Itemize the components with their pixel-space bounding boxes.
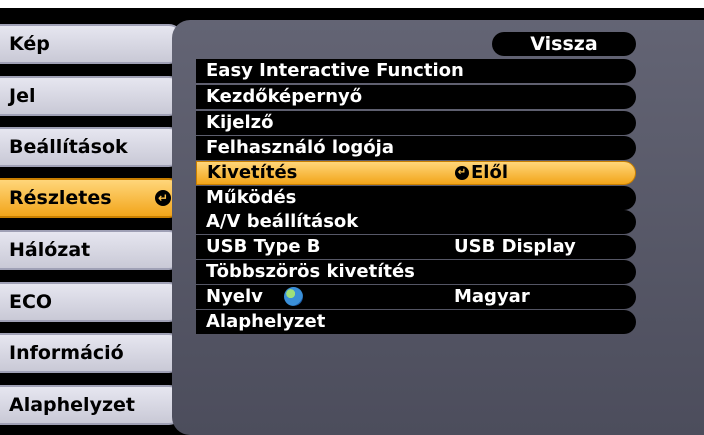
menu-item-tobbszoros-kivetites[interactable]: Többszörös kivetítés bbox=[196, 260, 636, 284]
menu-item-kezdokepernyo[interactable]: Kezdőképernyő bbox=[196, 85, 636, 109]
tab-label: Jel bbox=[9, 85, 36, 107]
projector-menu: Kép Jel Beállítások Részletes ↵ Hálózat … bbox=[0, 0, 704, 435]
menu-item-usb-type-b[interactable]: USB Type B USB Display bbox=[196, 235, 636, 259]
item-label: Easy Interactive Function bbox=[206, 60, 464, 81]
back-button[interactable]: Vissza bbox=[492, 32, 636, 56]
tab-kep[interactable]: Kép bbox=[0, 24, 183, 64]
tab-label: Alaphelyzet bbox=[9, 394, 135, 416]
tab-label: Hálózat bbox=[9, 239, 91, 261]
item-value: ↵ Elől bbox=[455, 162, 508, 183]
menu-item-mukodes[interactable]: Működés bbox=[196, 186, 636, 210]
item-label: USB Type B bbox=[206, 236, 321, 257]
item-label: Kijelző bbox=[206, 112, 274, 133]
item-label: A/V beállítások bbox=[206, 211, 359, 232]
tab-label: Részletes bbox=[9, 187, 112, 209]
tab-label: Kép bbox=[9, 33, 50, 55]
tab-label: ECO bbox=[9, 291, 53, 313]
item-label: Kivetítés bbox=[207, 162, 298, 183]
item-label: Alaphelyzet bbox=[206, 311, 326, 332]
item-label: Kezdőképernyő bbox=[206, 86, 363, 107]
menu-item-easy-interactive[interactable]: Easy Interactive Function bbox=[196, 59, 636, 83]
enter-arrow-icon: ↵ bbox=[155, 190, 171, 206]
menu-item-alaphelyzet[interactable]: Alaphelyzet bbox=[196, 310, 636, 334]
tab-beallitasok[interactable]: Beállítások bbox=[0, 127, 183, 167]
menu-item-kijelzo[interactable]: Kijelző bbox=[196, 111, 636, 135]
item-label: Többszörös kivetítés bbox=[206, 261, 415, 282]
tab-reszletes[interactable]: Részletes ↵ bbox=[0, 178, 183, 218]
tab-label: Információ bbox=[9, 342, 124, 364]
tab-informacio[interactable]: Információ bbox=[0, 333, 183, 373]
tab-alaphelyzet[interactable]: Alaphelyzet bbox=[0, 385, 183, 425]
item-label: Nyelv bbox=[206, 286, 263, 307]
menu-item-nyelv[interactable]: Nyelv Magyar bbox=[196, 285, 636, 309]
item-value: Magyar bbox=[454, 286, 530, 307]
item-value-text: Elől bbox=[471, 162, 509, 183]
menu-item-kivetites[interactable]: Kivetítés ↵ Elől bbox=[196, 161, 636, 185]
item-label: Felhasználó logója bbox=[206, 137, 394, 158]
item-value: USB Display bbox=[454, 236, 576, 257]
tab-halozat[interactable]: Hálózat bbox=[0, 230, 183, 270]
item-label: Működés bbox=[206, 187, 297, 208]
globe-icon bbox=[284, 287, 303, 306]
tab-jel[interactable]: Jel bbox=[0, 76, 183, 116]
menu-item-av-beallitasok[interactable]: A/V beállítások bbox=[196, 210, 636, 234]
menu-item-felhasznalo-logoja[interactable]: Felhasználó logója bbox=[196, 136, 636, 160]
enter-arrow-icon: ↵ bbox=[455, 166, 469, 180]
tab-eco[interactable]: ECO bbox=[0, 282, 183, 322]
tab-label: Beállítások bbox=[9, 136, 128, 158]
